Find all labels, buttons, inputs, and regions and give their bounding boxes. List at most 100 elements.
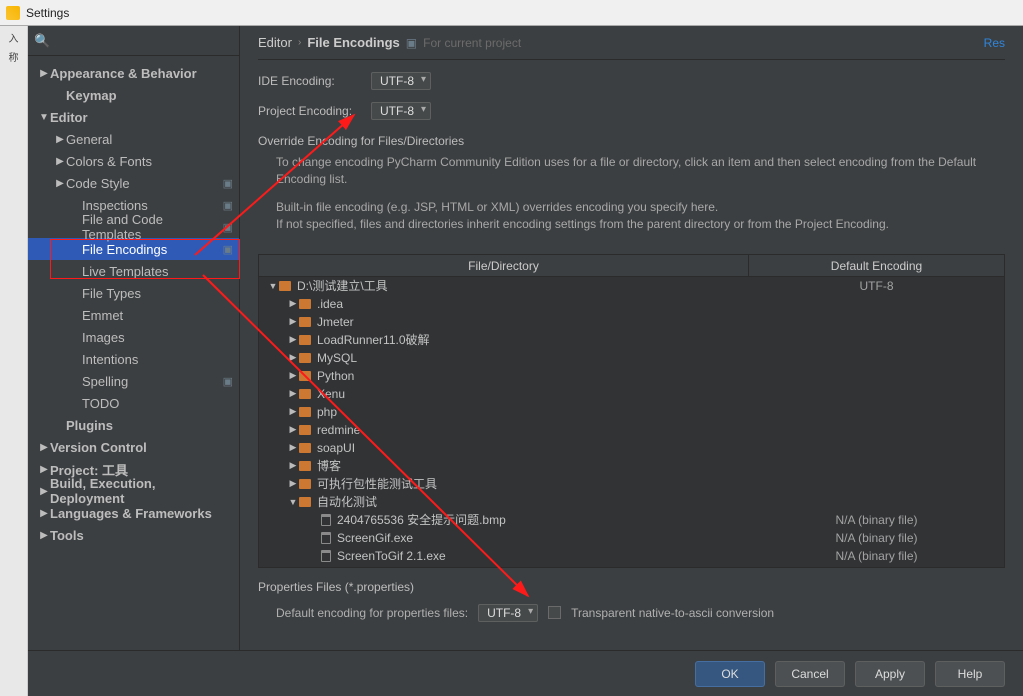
help-text: To change encoding PyCharm Community Edi… bbox=[276, 154, 1005, 244]
settings-tree[interactable]: ▶Appearance & BehaviorKeymap▼Editor▶Gene… bbox=[28, 56, 239, 650]
col-encoding[interactable]: Default Encoding bbox=[749, 255, 1004, 276]
table-row[interactable]: ▶MySQL bbox=[259, 349, 1004, 367]
chevron-icon: ▶ bbox=[54, 178, 66, 189]
table-row[interactable]: ▼D:\测试建立\工具UTF-8 bbox=[259, 277, 1004, 295]
override-label: Override Encoding for Files/Directories bbox=[258, 134, 1005, 148]
file-icon bbox=[321, 514, 331, 526]
sidebar-item-label: Plugins bbox=[66, 418, 233, 433]
sidebar-item-tools[interactable]: ▶Tools bbox=[28, 524, 239, 546]
ide-encoding-combo[interactable]: UTF-8 bbox=[371, 72, 431, 90]
app-icon bbox=[6, 6, 20, 20]
help-button[interactable]: Help bbox=[935, 661, 1005, 687]
sidebar-item-keymap[interactable]: Keymap bbox=[28, 84, 239, 106]
table-row[interactable]: ▶php bbox=[259, 403, 1004, 421]
project-icon: ▣ bbox=[223, 243, 233, 256]
sidebar: 🔍 ▶Appearance & BehaviorKeymap▼Editor▶Ge… bbox=[28, 26, 240, 650]
encoding-cell[interactable]: UTF-8 bbox=[749, 279, 1004, 293]
folder-icon bbox=[299, 479, 311, 489]
cancel-button[interactable]: Cancel bbox=[775, 661, 845, 687]
table-row[interactable]: Sublime_Text_2.0.2_Setup.exeN/A (binary … bbox=[259, 565, 1004, 567]
sidebar-item-languages-frameworks[interactable]: ▶Languages & Frameworks bbox=[28, 502, 239, 524]
table-row[interactable]: ▶.idea bbox=[259, 295, 1004, 313]
folder-icon bbox=[299, 497, 311, 507]
table-header: File/Directory Default Encoding bbox=[259, 255, 1004, 277]
table-row[interactable]: ▶博客 bbox=[259, 457, 1004, 475]
sidebar-item-build-execution-deployment[interactable]: ▶Build, Execution, Deployment bbox=[28, 480, 239, 502]
settings-dialog: 🔍 ▶Appearance & BehaviorKeymap▼Editor▶Ge… bbox=[28, 26, 1023, 696]
sidebar-item-label: Intentions bbox=[82, 352, 233, 367]
sidebar-item-code-style[interactable]: ▶Code Style▣ bbox=[28, 172, 239, 194]
file-name: ScreenGif.exe bbox=[337, 531, 413, 545]
project-encoding-combo[interactable]: UTF-8 bbox=[371, 102, 431, 120]
sidebar-item-editor[interactable]: ▼Editor bbox=[28, 106, 239, 128]
default-prop-encoding-combo[interactable]: UTF-8 bbox=[478, 604, 538, 622]
chevron-icon: ▶ bbox=[287, 334, 299, 345]
file-name: Jmeter bbox=[317, 315, 354, 329]
table-row[interactable]: ▶Jmeter bbox=[259, 313, 1004, 331]
table-row[interactable]: ScreenGif.exe N/A (binary file) bbox=[259, 529, 1004, 547]
sidebar-item-plugins[interactable]: Plugins bbox=[28, 414, 239, 436]
sidebar-item-images[interactable]: Images bbox=[28, 326, 239, 348]
chevron-icon: ▼ bbox=[287, 497, 299, 507]
sidebar-item-appearance-behavior[interactable]: ▶Appearance & Behavior bbox=[28, 62, 239, 84]
chevron-right-icon: › bbox=[298, 37, 301, 48]
table-row[interactable]: ▶LoadRunner11.0破解 bbox=[259, 331, 1004, 349]
sidebar-item-todo[interactable]: TODO bbox=[28, 392, 239, 414]
file-name: soapUI bbox=[317, 441, 355, 455]
folder-icon bbox=[299, 407, 311, 417]
encoding-cell[interactable]: N/A (binary file) bbox=[749, 549, 1004, 563]
reset-link[interactable]: Res bbox=[984, 36, 1005, 50]
project-encoding-row: Project Encoding: UTF-8 bbox=[258, 102, 1005, 120]
sidebar-item-general[interactable]: ▶General bbox=[28, 128, 239, 150]
sidebar-item-emmet[interactable]: Emmet bbox=[28, 304, 239, 326]
chevron-icon: ▶ bbox=[287, 370, 299, 381]
sidebar-item-label: File and Code Templates bbox=[82, 212, 223, 242]
project-icon: ▣ bbox=[223, 221, 233, 234]
file-name: Python bbox=[317, 369, 354, 383]
chevron-icon: ▶ bbox=[287, 298, 299, 309]
properties-row: Default encoding for properties files: U… bbox=[258, 604, 1005, 622]
sidebar-item-label: Tools bbox=[50, 528, 233, 543]
properties-section-label: Properties Files (*.properties) bbox=[258, 580, 1005, 594]
sidebar-item-file-types[interactable]: File Types bbox=[28, 282, 239, 304]
chevron-icon: ▶ bbox=[38, 68, 50, 79]
encoding-cell[interactable]: N/A (binary file) bbox=[749, 513, 1004, 527]
folder-icon bbox=[299, 353, 311, 363]
breadcrumb: Editor › File Encodings ▣ For current pr… bbox=[258, 26, 1005, 60]
table-body[interactable]: ▼D:\测试建立\工具UTF-8▶.idea▶Jmeter▶LoadRunner… bbox=[259, 277, 1004, 567]
table-row[interactable]: ▶redmine bbox=[259, 421, 1004, 439]
left-strip: 入 称 bbox=[0, 26, 28, 696]
table-row[interactable]: 2404765536 安全提示问题.bmpN/A (binary file) bbox=[259, 511, 1004, 529]
sidebar-item-live-templates[interactable]: Live Templates bbox=[28, 260, 239, 282]
col-filedir[interactable]: File/Directory bbox=[259, 255, 749, 276]
ide-encoding-row: IDE Encoding: UTF-8 bbox=[258, 72, 1005, 90]
table-row[interactable]: ▶soapUI bbox=[259, 439, 1004, 457]
apply-button[interactable]: Apply bbox=[855, 661, 925, 687]
table-row[interactable]: ▶Xenu bbox=[259, 385, 1004, 403]
search-input[interactable] bbox=[54, 34, 233, 48]
sidebar-item-label: Build, Execution, Deployment bbox=[50, 476, 233, 506]
sidebar-item-intentions[interactable]: Intentions bbox=[28, 348, 239, 370]
titlebar: Settings bbox=[0, 0, 1023, 26]
transparent-ascii-checkbox[interactable] bbox=[548, 606, 561, 619]
file-name: Xenu bbox=[317, 387, 345, 401]
table-row[interactable]: ▶ Python bbox=[259, 367, 1004, 385]
sidebar-item-label: Code Style bbox=[66, 176, 223, 191]
sidebar-item-file-and-code-templates[interactable]: File and Code Templates▣ bbox=[28, 216, 239, 238]
sidebar-item-file-encodings[interactable]: File Encodings▣ bbox=[28, 238, 239, 260]
sidebar-item-label: Editor bbox=[50, 110, 233, 125]
file-name: MySQL bbox=[317, 351, 357, 365]
table-row[interactable]: ▶可执行包性能测试工具 bbox=[259, 475, 1004, 493]
folder-icon bbox=[299, 299, 311, 309]
crumb-editor[interactable]: Editor bbox=[258, 35, 292, 50]
project-encoding-label: Project Encoding: bbox=[258, 104, 371, 118]
ok-button[interactable]: OK bbox=[695, 661, 765, 687]
sidebar-item-version-control[interactable]: ▶Version Control bbox=[28, 436, 239, 458]
table-row[interactable]: ScreenToGif 2.1.exeN/A (binary file) bbox=[259, 547, 1004, 565]
sidebar-item-spelling[interactable]: Spelling▣ bbox=[28, 370, 239, 392]
folder-icon bbox=[299, 389, 311, 399]
table-row[interactable]: ▼自动化测试 bbox=[259, 493, 1004, 511]
encoding-cell[interactable]: N/A (binary file) bbox=[749, 531, 1004, 545]
sidebar-item-colors-fonts[interactable]: ▶Colors & Fonts bbox=[28, 150, 239, 172]
chevron-icon: ▶ bbox=[54, 134, 66, 145]
